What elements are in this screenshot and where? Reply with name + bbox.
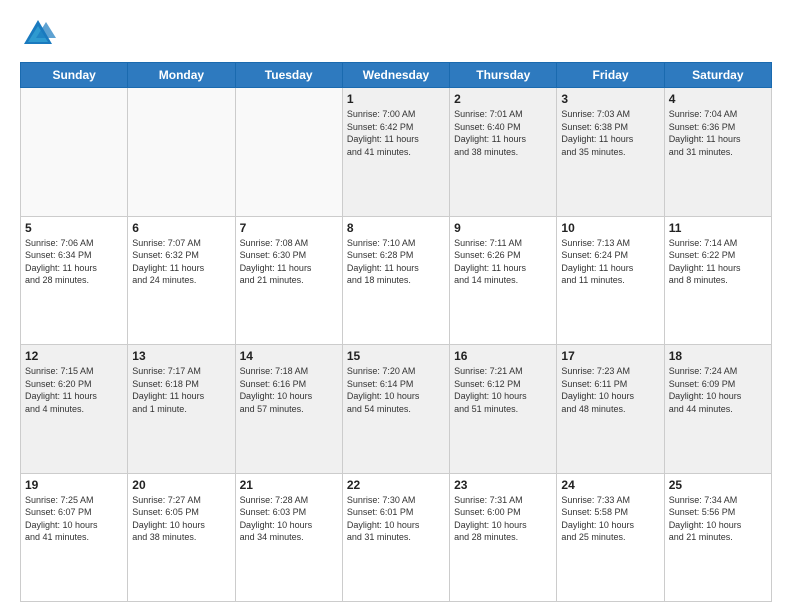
calendar-cell: 9 Sunrise: 7:11 AM Sunset: 6:26 PM Daylig… [450, 216, 557, 345]
weekday-header-monday: Monday [128, 63, 235, 88]
calendar-cell: 14 Sunrise: 7:18 AM Sunset: 6:16 PM Dayli… [235, 345, 342, 474]
weekday-header-saturday: Saturday [664, 63, 771, 88]
calendar-week-0: 1 Sunrise: 7:00 AM Sunset: 6:42 PM Daylig… [21, 88, 772, 217]
day-number: 12 [25, 349, 123, 363]
calendar-header-row: SundayMondayTuesdayWednesdayThursdayFrid… [21, 63, 772, 88]
calendar-cell: 7 Sunrise: 7:08 AM Sunset: 6:30 PM Daylig… [235, 216, 342, 345]
cell-info: Sunrise: 7:10 AM Sunset: 6:28 PM Dayligh… [347, 237, 445, 287]
day-number: 13 [132, 349, 230, 363]
cell-info: Sunrise: 7:03 AM Sunset: 6:38 PM Dayligh… [561, 108, 659, 158]
calendar-cell [128, 88, 235, 217]
calendar-cell: 11 Sunrise: 7:14 AM Sunset: 6:22 PM Dayli… [664, 216, 771, 345]
day-number: 6 [132, 221, 230, 235]
day-number: 19 [25, 478, 123, 492]
day-number: 21 [240, 478, 338, 492]
calendar-week-1: 5 Sunrise: 7:06 AM Sunset: 6:34 PM Daylig… [21, 216, 772, 345]
page: SundayMondayTuesdayWednesdayThursdayFrid… [0, 0, 792, 612]
weekday-header-tuesday: Tuesday [235, 63, 342, 88]
day-number: 8 [347, 221, 445, 235]
day-number: 11 [669, 221, 767, 235]
cell-info: Sunrise: 7:08 AM Sunset: 6:30 PM Dayligh… [240, 237, 338, 287]
day-number: 15 [347, 349, 445, 363]
calendar-cell: 23 Sunrise: 7:31 AM Sunset: 6:00 PM Dayli… [450, 473, 557, 602]
cell-info: Sunrise: 7:33 AM Sunset: 5:58 PM Dayligh… [561, 494, 659, 544]
calendar-cell: 21 Sunrise: 7:28 AM Sunset: 6:03 PM Dayli… [235, 473, 342, 602]
day-number: 17 [561, 349, 659, 363]
day-number: 1 [347, 92, 445, 106]
day-number: 24 [561, 478, 659, 492]
logo-icon [20, 16, 56, 52]
calendar-week-3: 19 Sunrise: 7:25 AM Sunset: 6:07 PM Dayli… [21, 473, 772, 602]
day-number: 4 [669, 92, 767, 106]
calendar-cell: 20 Sunrise: 7:27 AM Sunset: 6:05 PM Dayli… [128, 473, 235, 602]
day-number: 7 [240, 221, 338, 235]
weekday-header-friday: Friday [557, 63, 664, 88]
calendar-cell: 13 Sunrise: 7:17 AM Sunset: 6:18 PM Dayli… [128, 345, 235, 474]
header [20, 16, 772, 52]
calendar-cell: 18 Sunrise: 7:24 AM Sunset: 6:09 PM Dayli… [664, 345, 771, 474]
calendar-cell: 5 Sunrise: 7:06 AM Sunset: 6:34 PM Daylig… [21, 216, 128, 345]
cell-info: Sunrise: 7:18 AM Sunset: 6:16 PM Dayligh… [240, 365, 338, 415]
calendar-cell: 25 Sunrise: 7:34 AM Sunset: 5:56 PM Dayli… [664, 473, 771, 602]
calendar-cell: 3 Sunrise: 7:03 AM Sunset: 6:38 PM Daylig… [557, 88, 664, 217]
day-number: 20 [132, 478, 230, 492]
calendar-cell: 4 Sunrise: 7:04 AM Sunset: 6:36 PM Daylig… [664, 88, 771, 217]
cell-info: Sunrise: 7:24 AM Sunset: 6:09 PM Dayligh… [669, 365, 767, 415]
logo [20, 16, 60, 52]
cell-info: Sunrise: 7:00 AM Sunset: 6:42 PM Dayligh… [347, 108, 445, 158]
day-number: 2 [454, 92, 552, 106]
cell-info: Sunrise: 7:23 AM Sunset: 6:11 PM Dayligh… [561, 365, 659, 415]
cell-info: Sunrise: 7:27 AM Sunset: 6:05 PM Dayligh… [132, 494, 230, 544]
cell-info: Sunrise: 7:21 AM Sunset: 6:12 PM Dayligh… [454, 365, 552, 415]
calendar-cell: 6 Sunrise: 7:07 AM Sunset: 6:32 PM Daylig… [128, 216, 235, 345]
cell-info: Sunrise: 7:13 AM Sunset: 6:24 PM Dayligh… [561, 237, 659, 287]
calendar-week-2: 12 Sunrise: 7:15 AM Sunset: 6:20 PM Dayli… [21, 345, 772, 474]
day-number: 23 [454, 478, 552, 492]
cell-info: Sunrise: 7:17 AM Sunset: 6:18 PM Dayligh… [132, 365, 230, 415]
cell-info: Sunrise: 7:31 AM Sunset: 6:00 PM Dayligh… [454, 494, 552, 544]
weekday-header-wednesday: Wednesday [342, 63, 449, 88]
day-number: 3 [561, 92, 659, 106]
calendar-cell [21, 88, 128, 217]
weekday-header-thursday: Thursday [450, 63, 557, 88]
day-number: 16 [454, 349, 552, 363]
cell-info: Sunrise: 7:20 AM Sunset: 6:14 PM Dayligh… [347, 365, 445, 415]
calendar-cell: 17 Sunrise: 7:23 AM Sunset: 6:11 PM Dayli… [557, 345, 664, 474]
day-number: 10 [561, 221, 659, 235]
calendar-table: SundayMondayTuesdayWednesdayThursdayFrid… [20, 62, 772, 602]
calendar-cell: 24 Sunrise: 7:33 AM Sunset: 5:58 PM Dayli… [557, 473, 664, 602]
calendar-cell: 15 Sunrise: 7:20 AM Sunset: 6:14 PM Dayli… [342, 345, 449, 474]
cell-info: Sunrise: 7:15 AM Sunset: 6:20 PM Dayligh… [25, 365, 123, 415]
cell-info: Sunrise: 7:04 AM Sunset: 6:36 PM Dayligh… [669, 108, 767, 158]
day-number: 14 [240, 349, 338, 363]
cell-info: Sunrise: 7:14 AM Sunset: 6:22 PM Dayligh… [669, 237, 767, 287]
day-number: 25 [669, 478, 767, 492]
calendar-cell [235, 88, 342, 217]
day-number: 18 [669, 349, 767, 363]
calendar-cell: 22 Sunrise: 7:30 AM Sunset: 6:01 PM Dayli… [342, 473, 449, 602]
calendar-cell: 10 Sunrise: 7:13 AM Sunset: 6:24 PM Dayli… [557, 216, 664, 345]
calendar-cell: 12 Sunrise: 7:15 AM Sunset: 6:20 PM Dayli… [21, 345, 128, 474]
cell-info: Sunrise: 7:06 AM Sunset: 6:34 PM Dayligh… [25, 237, 123, 287]
weekday-header-sunday: Sunday [21, 63, 128, 88]
cell-info: Sunrise: 7:01 AM Sunset: 6:40 PM Dayligh… [454, 108, 552, 158]
calendar-cell: 16 Sunrise: 7:21 AM Sunset: 6:12 PM Dayli… [450, 345, 557, 474]
calendar-cell: 19 Sunrise: 7:25 AM Sunset: 6:07 PM Dayli… [21, 473, 128, 602]
day-number: 9 [454, 221, 552, 235]
calendar-cell: 8 Sunrise: 7:10 AM Sunset: 6:28 PM Daylig… [342, 216, 449, 345]
cell-info: Sunrise: 7:30 AM Sunset: 6:01 PM Dayligh… [347, 494, 445, 544]
calendar-cell: 1 Sunrise: 7:00 AM Sunset: 6:42 PM Daylig… [342, 88, 449, 217]
cell-info: Sunrise: 7:11 AM Sunset: 6:26 PM Dayligh… [454, 237, 552, 287]
cell-info: Sunrise: 7:28 AM Sunset: 6:03 PM Dayligh… [240, 494, 338, 544]
cell-info: Sunrise: 7:34 AM Sunset: 5:56 PM Dayligh… [669, 494, 767, 544]
day-number: 22 [347, 478, 445, 492]
cell-info: Sunrise: 7:25 AM Sunset: 6:07 PM Dayligh… [25, 494, 123, 544]
calendar-cell: 2 Sunrise: 7:01 AM Sunset: 6:40 PM Daylig… [450, 88, 557, 217]
cell-info: Sunrise: 7:07 AM Sunset: 6:32 PM Dayligh… [132, 237, 230, 287]
day-number: 5 [25, 221, 123, 235]
